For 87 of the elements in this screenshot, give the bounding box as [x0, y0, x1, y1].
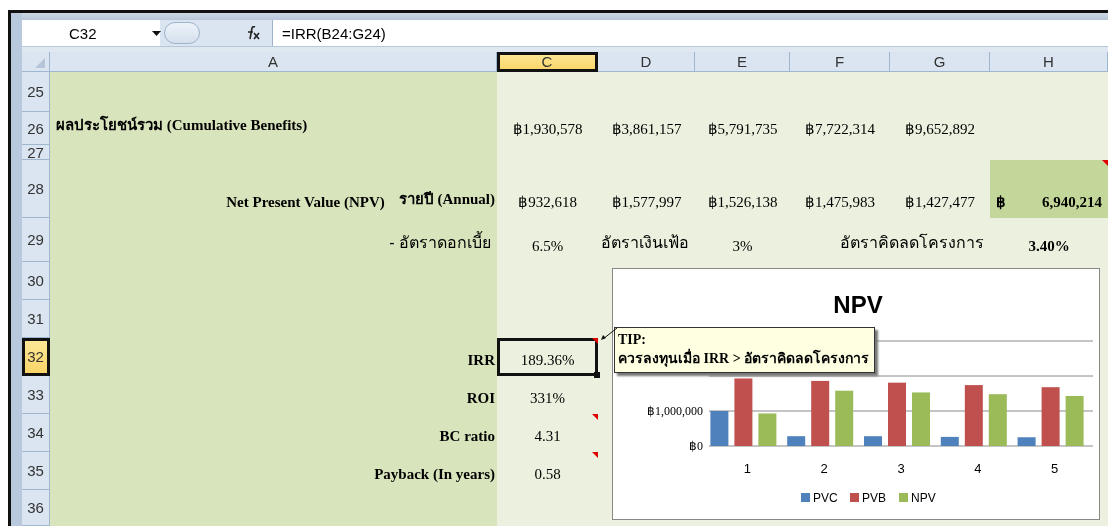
row-header[interactable]: 27 [22, 145, 50, 160]
cell-text: รายปี (Annual) [398, 190, 495, 209]
row-header[interactable]: 31 [22, 300, 50, 338]
selected-cell[interactable]: 189.36% [497, 338, 598, 376]
cell-text: 6.5% [531, 238, 564, 255]
cell-text: 0.58 [534, 466, 561, 483]
cell-text: ฿9,652,892 [905, 120, 975, 138]
chart-title: NPV [833, 291, 883, 318]
cell-text: ฿1,526,138 [707, 193, 778, 211]
cell-text: IRR [467, 352, 495, 369]
fill-handle[interactable] [594, 372, 600, 378]
tip-text: ควรลงทุนเมื่อ IRR > อัตราคิดลดโครงการ [618, 349, 870, 368]
cell-text: 3.40% [1028, 238, 1070, 255]
axis-label: 1 [743, 461, 751, 476]
row-header[interactable]: 30 [22, 262, 50, 300]
cell-text: 3% [732, 238, 753, 255]
tip-title: TIP: [618, 331, 647, 348]
column-header[interactable]: F [790, 52, 890, 72]
cell-text: ฿932,618 [518, 193, 577, 211]
axis-label: 3 [897, 461, 905, 476]
legend-label: PVB [862, 491, 886, 505]
legend-swatch [850, 493, 859, 502]
chart-bar [940, 436, 959, 446]
row-header[interactable]: 35 [22, 452, 50, 490]
row-header[interactable]: 33 [22, 376, 50, 414]
chart-bar [734, 378, 753, 446]
row-header[interactable]: 26 [22, 112, 50, 145]
cell-text: Payback (In years) [374, 466, 495, 483]
axis-label: ฿1,000,000 [647, 404, 703, 418]
row-header[interactable]: 28 [22, 160, 50, 218]
cell-text: ฿1,475,983 [805, 193, 875, 211]
cell-text: ROI [466, 390, 495, 407]
chart-bar [710, 411, 729, 446]
cell-text: อัตราคิดลดโครงการ [840, 232, 984, 253]
row-header[interactable]: 25 [22, 72, 50, 112]
axis-label: ฿0 [689, 439, 703, 453]
cell-text: ฿1,930,578 [512, 120, 583, 138]
chart-bar [787, 436, 806, 446]
name-box[interactable]: C32 [69, 24, 97, 42]
column-header[interactable]: E [695, 52, 790, 72]
cell-text: - อัตราดอกเบี้ย [389, 230, 491, 255]
cell-text: ฿1,577,997 [611, 193, 682, 211]
legend-label: NPV [911, 491, 936, 505]
chart-bar [1017, 437, 1036, 446]
axis-label: 2 [820, 461, 828, 476]
legend-label: PVC [813, 491, 838, 505]
axis-label: 4 [974, 461, 982, 476]
chart-bar [811, 380, 830, 446]
column-header[interactable]: A [50, 52, 497, 72]
column-header[interactable]: H [990, 52, 1108, 72]
cell-text: ฿1,427,477 [905, 193, 975, 211]
leader-line [600, 327, 618, 341]
chart-bar [912, 392, 930, 446]
legend-swatch [801, 493, 810, 502]
chart-bar [1041, 387, 1060, 446]
axis-label: 5 [1051, 461, 1059, 476]
column-header[interactable]: C [497, 52, 598, 72]
cell-text: 331% [530, 390, 565, 407]
cell-text: 4.31 [534, 428, 561, 445]
chart-bar [864, 436, 882, 446]
formula-field[interactable]: =IRR(B24:G24) [282, 24, 386, 42]
legend-swatch [899, 493, 908, 502]
chart-bar [835, 390, 854, 446]
chart-bar [758, 413, 777, 446]
column-header[interactable]: G [890, 52, 990, 72]
row-header[interactable]: 29 [22, 218, 50, 262]
column-header[interactable]: D [598, 52, 695, 72]
cell-text: ฿7,722,314 [805, 120, 875, 138]
cell-text: Net Present Value (NPV) [226, 194, 385, 211]
cell-text: ฿ [996, 193, 1006, 211]
chart-bar [964, 385, 983, 446]
cell-text: 6,940,214 [1042, 194, 1102, 211]
chart-bar [988, 394, 1007, 446]
dropdown-icon[interactable] [152, 31, 161, 36]
cell-text: 189.36% [520, 352, 575, 369]
cell-text: ฿3,861,157 [611, 120, 682, 138]
row-header[interactable]: 32 [22, 338, 50, 376]
chart-bar [888, 382, 906, 446]
select-all-icon[interactable] [35, 58, 45, 68]
cell-text: BC ratio [439, 428, 495, 445]
row-header[interactable]: 36 [22, 490, 50, 526]
cell-text: อัตราเงินเฟ้อ [601, 233, 689, 253]
zoom-handle-icon[interactable] [164, 22, 200, 44]
cell-text: ฿5,791,735 [707, 120, 778, 138]
cell-text: ผลประโยชน์รวม (Cumulative Benefits) [56, 115, 308, 135]
chart-bar [1065, 395, 1084, 446]
row-header[interactable]: 34 [22, 414, 50, 452]
